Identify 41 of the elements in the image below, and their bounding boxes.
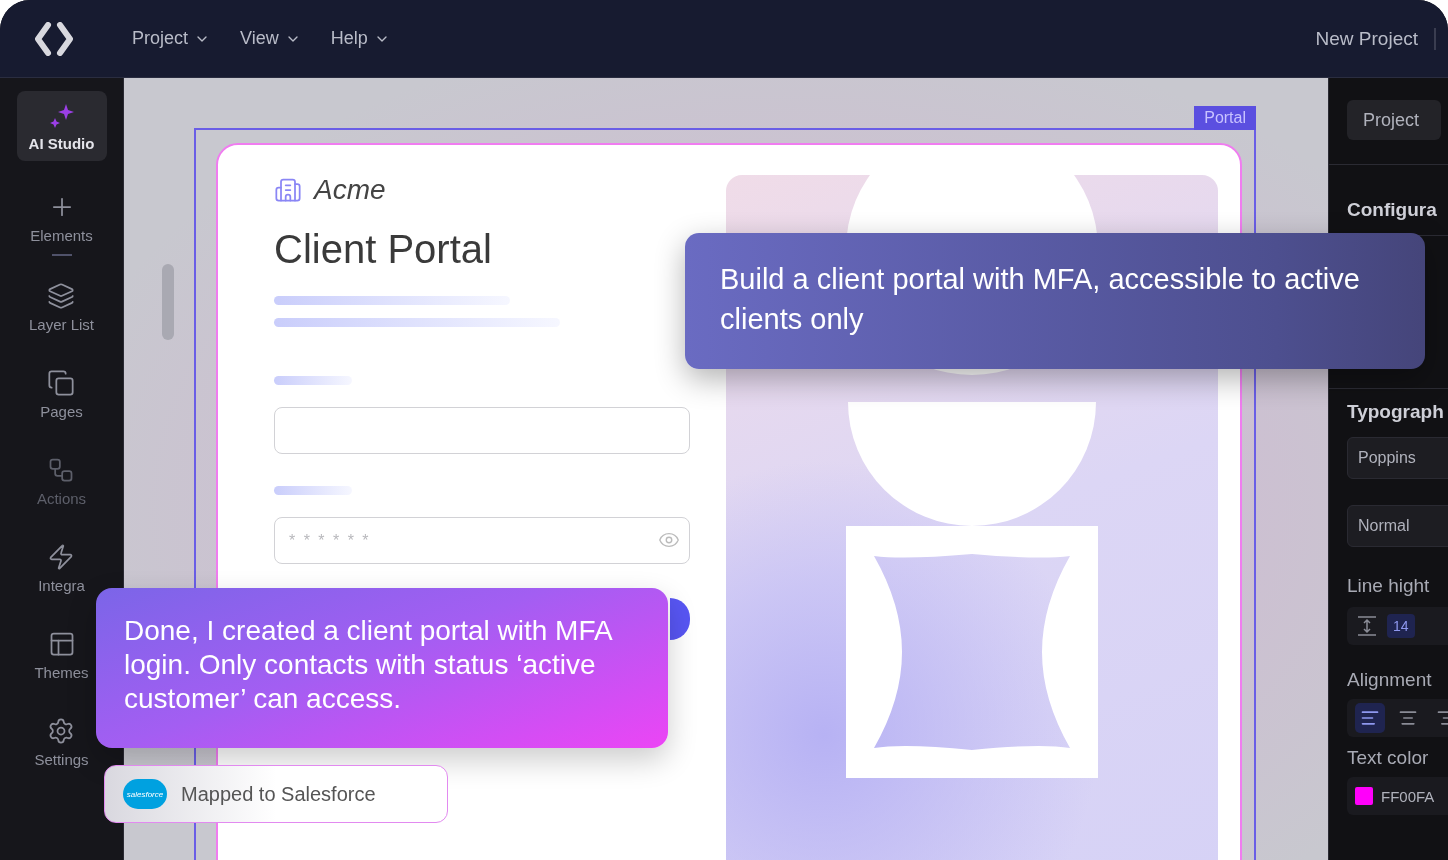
field-label: Text color — [1347, 747, 1430, 769]
color-field[interactable]: FF00FA — [1347, 777, 1448, 815]
layers-icon — [47, 282, 76, 310]
frame-label: Portal — [1194, 106, 1256, 130]
sparkles-icon — [48, 103, 75, 129]
section-heading: Configura — [1347, 199, 1438, 221]
scrollbar-thumb[interactable] — [162, 264, 174, 340]
font-family-dropdown[interactable]: Poppins — [1347, 437, 1448, 479]
password-field[interactable]: * * * * * * — [274, 517, 690, 564]
sidebar-item[interactable]: Pages — [38, 365, 85, 424]
pages-icon — [47, 369, 76, 397]
menu-button[interactable]: View — [240, 28, 301, 49]
sidebar-item[interactable]: Layer List — [26, 278, 96, 337]
font-weight-dropdown[interactable]: Normal — [1347, 505, 1448, 547]
brand-name: Acme — [314, 174, 386, 206]
project-tab[interactable]: Project — [1347, 100, 1441, 140]
line-height-value[interactable]: 14 — [1387, 614, 1415, 638]
page-title: Client Portal — [274, 227, 493, 272]
align-button[interactable] — [1355, 703, 1385, 733]
menu-button[interactable]: Project — [132, 28, 211, 49]
menu-button[interactable]: Help — [330, 28, 390, 49]
align-center-icon — [1398, 708, 1418, 728]
sidebar-item[interactable]: Integra — [36, 539, 87, 598]
field-label: Line hight — [1347, 575, 1431, 597]
building-icon — [274, 176, 302, 204]
submit-button[interactable] — [670, 598, 690, 640]
sidebar-item[interactable]: AI Studio — [16, 91, 107, 161]
line-height-icon — [1355, 614, 1379, 638]
sidebar-item[interactable]: Themes — [32, 626, 91, 685]
chip-label: Mapped to Salesforce — [181, 782, 376, 806]
project-name: New Project — [1315, 27, 1418, 50]
field-label: Alignment — [1347, 669, 1433, 691]
logo-icon — [34, 21, 74, 56]
cloud-logo: salesforce — [123, 779, 167, 809]
prompt-text: Build a client portal with MFA, accessible to active clients only — [720, 262, 1361, 337]
section-heading: Typograph — [1347, 401, 1445, 423]
sidebar-item[interactable]: Elements — [28, 189, 95, 248]
reply-text: Done, I created a client portal with MFA login. Only contacts with status ‘active customer’ can access. — [124, 614, 613, 716]
align-left-icon — [1360, 708, 1380, 728]
sidebar-item[interactable]: Settings — [32, 713, 91, 772]
input-field[interactable] — [274, 407, 690, 454]
